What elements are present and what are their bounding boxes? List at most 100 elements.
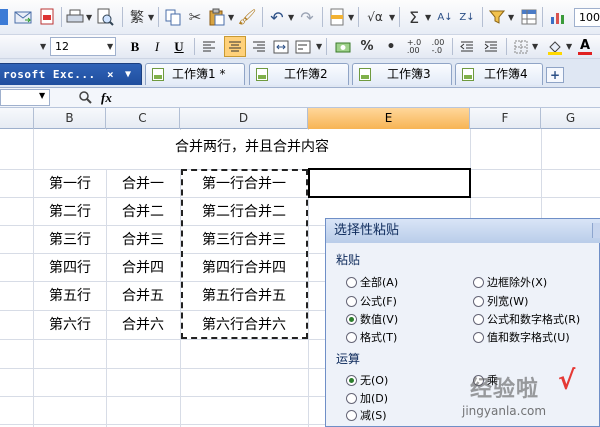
- tab-workbook-1[interactable]: 工作簿1 *: [145, 63, 245, 85]
- save-icon[interactable]: [0, 9, 8, 25]
- column-header-g[interactable]: G: [541, 108, 600, 129]
- underline-icon[interactable]: U: [170, 37, 188, 56]
- filter-icon[interactable]: [488, 8, 506, 26]
- column-header-c[interactable]: C: [106, 108, 180, 129]
- bold-icon[interactable]: B: [126, 37, 144, 56]
- column-header-f[interactable]: F: [470, 108, 541, 129]
- name-box[interactable]: ▼: [0, 89, 50, 106]
- radio-column-widths[interactable]: 列宽(W): [473, 293, 528, 309]
- cell-c-row6[interactable]: 合并六: [106, 311, 180, 339]
- radio-operation-none[interactable]: 无(O): [346, 372, 388, 388]
- mail-icon[interactable]: [14, 8, 32, 26]
- percent-format-icon[interactable]: %: [358, 37, 376, 56]
- filter-dropdown-icon[interactable]: ▼: [508, 13, 514, 22]
- cell-c-row5[interactable]: 合并五: [106, 282, 180, 310]
- font-name-dropdown-icon[interactable]: ▼: [40, 42, 46, 51]
- merge-dropdown-icon[interactable]: ▼: [316, 42, 322, 51]
- decrease-decimal-icon[interactable]: .00 -.0: [428, 37, 448, 56]
- increase-decimal-icon[interactable]: +.0.00: [404, 37, 424, 56]
- currency-format-icon[interactable]: [334, 37, 352, 56]
- increase-indent-icon[interactable]: [482, 37, 500, 56]
- active-cell-cursor[interactable]: [308, 168, 471, 198]
- cell-b-row1[interactable]: 第一行: [34, 170, 106, 198]
- paste-dropdown-icon[interactable]: ▼: [228, 13, 234, 22]
- tab-dropdown-icon[interactable]: ▼: [125, 64, 131, 85]
- zoom-combo[interactable]: 100: [574, 8, 600, 27]
- radio-paste-formulas[interactable]: 公式(F): [346, 293, 397, 309]
- copy-icon[interactable]: [164, 8, 182, 26]
- column-header-b[interactable]: B: [34, 108, 106, 129]
- insert-formula-icon[interactable]: √α: [362, 8, 388, 26]
- radio-label: 数值(V): [360, 313, 399, 326]
- insert-row-icon[interactable]: [328, 8, 346, 26]
- insert-dropdown-icon[interactable]: ▼: [348, 13, 354, 22]
- sort-descending-icon[interactable]: Z↓: [458, 8, 476, 26]
- autosum-dropdown-icon[interactable]: ▼: [425, 13, 431, 22]
- cell-b-row4[interactable]: 第四行: [34, 254, 106, 282]
- radio-button-icon: [346, 392, 357, 404]
- formula-bar: ▼ fx: [0, 88, 600, 108]
- insert-function-icon[interactable]: fx: [101, 90, 112, 106]
- redo-icon[interactable]: ↷: [298, 8, 316, 27]
- export-pdf-icon[interactable]: [38, 8, 56, 26]
- radio-operation-add[interactable]: 加(D): [346, 390, 388, 406]
- new-tab-icon[interactable]: +: [546, 67, 564, 83]
- table-style-icon[interactable]: [520, 8, 538, 26]
- borders-dropdown-icon[interactable]: ▼: [532, 42, 538, 51]
- zoom-magnifier-icon[interactable]: [78, 90, 94, 106]
- cell-b-row2[interactable]: 第二行: [34, 198, 106, 226]
- tab-workbook-4[interactable]: 工作簿4: [455, 63, 543, 85]
- merged-title-cell[interactable]: 合并两行，并且合并内容: [34, 136, 470, 156]
- fill-color-dropdown-icon[interactable]: ▼: [566, 42, 572, 51]
- cell-c-row2[interactable]: 合并二: [106, 198, 180, 226]
- tab-microsoft-excel[interactable]: rosoft Exc... × ▼: [0, 63, 142, 85]
- cut-icon[interactable]: ✂: [186, 8, 204, 26]
- formula-dropdown-icon[interactable]: ▼: [389, 13, 395, 22]
- fill-color-icon[interactable]: [546, 37, 564, 56]
- sort-ascending-icon[interactable]: A↓: [436, 8, 454, 26]
- cell-b-row3[interactable]: 第三行: [34, 226, 106, 254]
- cell-c-row1[interactable]: 合并一: [106, 170, 180, 198]
- cell-c-row3[interactable]: 合并三: [106, 226, 180, 254]
- font-size-dropdown-icon[interactable]: ▼: [107, 42, 113, 51]
- cell-b-row5[interactable]: 第五行: [34, 282, 106, 310]
- radio-paste-formats[interactable]: 格式(T): [346, 329, 397, 345]
- name-box-dropdown-icon[interactable]: ▼: [39, 91, 45, 100]
- undo-icon[interactable]: ↶: [268, 8, 286, 27]
- wrap-text-icon[interactable]: [294, 37, 312, 56]
- tab-workbook-2[interactable]: 工作簿2: [249, 63, 349, 85]
- align-left-icon[interactable]: [200, 37, 218, 56]
- align-center-icon[interactable]: [224, 36, 246, 57]
- radio-values-and-number-formats[interactable]: 值和数字格式(U): [473, 329, 570, 345]
- tab-close-icon[interactable]: ×: [107, 64, 114, 85]
- cell-b-row6[interactable]: 第六行: [34, 311, 106, 339]
- paste-icon[interactable]: [208, 8, 226, 26]
- traditional-chinese-icon[interactable]: 繁: [128, 8, 146, 26]
- print-icon[interactable]: [66, 8, 84, 26]
- chinese-convert-dropdown-icon[interactable]: ▼: [148, 13, 154, 22]
- radio-paste-values[interactable]: 数值(V): [346, 311, 398, 327]
- radio-paste-all[interactable]: 全部(A): [346, 274, 398, 290]
- undo-dropdown-icon[interactable]: ▼: [288, 13, 294, 22]
- font-color-icon[interactable]: A: [576, 37, 594, 56]
- autosum-icon[interactable]: Σ: [405, 8, 423, 27]
- column-header-d[interactable]: D: [180, 108, 308, 129]
- column-header-e[interactable]: E: [308, 108, 470, 129]
- select-all-corner[interactable]: [0, 108, 34, 129]
- align-right-icon[interactable]: [250, 37, 268, 56]
- format-painter-icon[interactable]: 🖌: [237, 8, 256, 26]
- merge-center-icon[interactable]: [272, 37, 290, 56]
- radio-formulas-and-number-formats[interactable]: 公式和数字格式(R): [473, 311, 580, 327]
- thousands-separator-icon[interactable]: •: [382, 37, 400, 56]
- decrease-indent-icon[interactable]: [458, 37, 476, 56]
- italic-icon[interactable]: I: [148, 37, 166, 56]
- cell-c-row4[interactable]: 合并四: [106, 254, 180, 282]
- chart-icon[interactable]: [548, 8, 566, 26]
- tab-workbook-3[interactable]: 工作簿3: [352, 63, 452, 85]
- radio-all-except-borders[interactable]: 边框除外(X): [473, 274, 547, 290]
- dialog-close-button[interactable]: [592, 223, 600, 238]
- radio-operation-subtract[interactable]: 减(S): [346, 407, 387, 423]
- print-dropdown-icon[interactable]: ▼: [86, 13, 92, 22]
- borders-icon[interactable]: [512, 37, 530, 56]
- print-preview-icon[interactable]: [96, 8, 114, 26]
